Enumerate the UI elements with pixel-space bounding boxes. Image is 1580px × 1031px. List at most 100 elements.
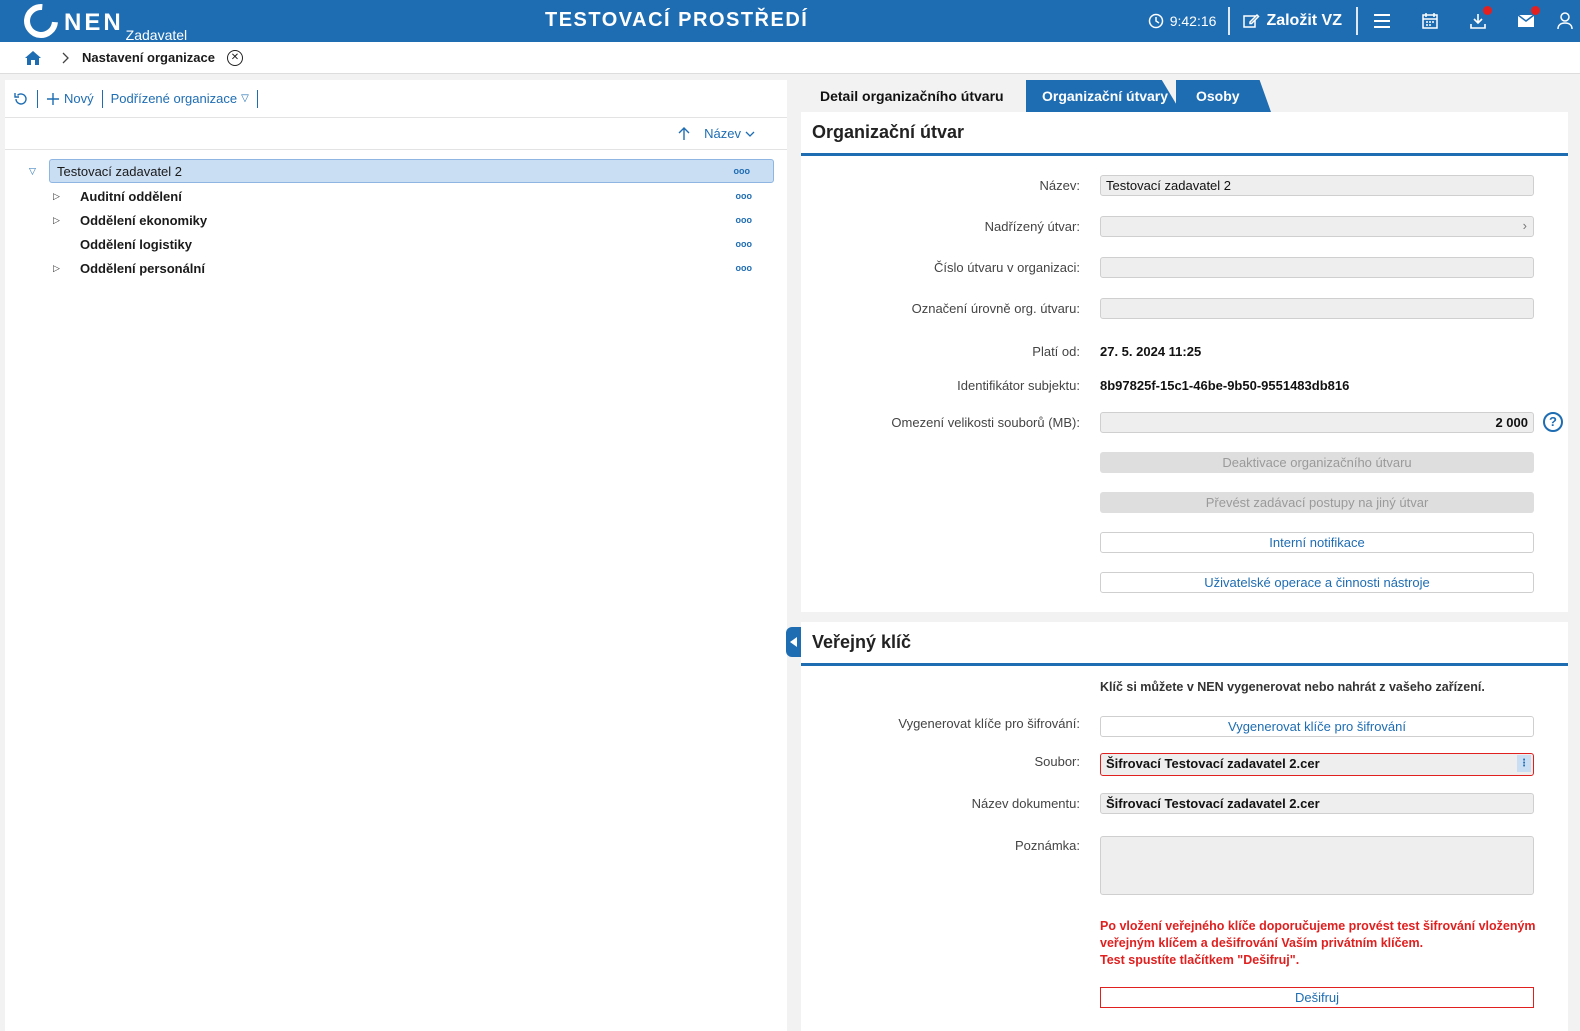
download-icon — [1470, 14, 1486, 29]
new-button[interactable]: Nový — [46, 91, 94, 106]
top-bar: NEN Zadavatel TESTOVACÍ PROSTŘEDÍ 9:42:1… — [0, 0, 1580, 45]
session-clock: 9:42:16 — [1148, 6, 1229, 36]
tree-row-root-wrap: ▽ Testovací zadavatel 2 ooo — [5, 158, 787, 184]
file-size-limit-input[interactable]: 2 000 — [1100, 411, 1534, 433]
notification-dot — [1483, 6, 1492, 15]
chevron-down-icon — [745, 131, 755, 137]
tab-label: Organizační útvary — [1042, 88, 1169, 104]
logo-text: NEN — [64, 9, 124, 36]
refresh-button[interactable] — [13, 91, 29, 107]
sort-ascending-icon[interactable] — [678, 126, 690, 141]
warning-line: Po vložení veřejného klíče doporučujeme … — [1100, 919, 1536, 933]
parent-unit-select[interactable]: › — [1100, 216, 1534, 237]
divider — [37, 89, 38, 108]
home-icon — [25, 50, 41, 65]
decrypt-button[interactable]: Dešifruj — [1100, 987, 1534, 1008]
clock-time: 9:42:16 — [1169, 13, 1217, 29]
menu-button[interactable] — [1358, 0, 1406, 42]
tab-org-unit-detail[interactable]: Detail organizačního útvaru — [801, 80, 1026, 112]
triangle-left-icon — [789, 637, 797, 647]
more-options-icon[interactable]: ooo — [736, 191, 753, 201]
level-input[interactable] — [1100, 298, 1534, 319]
more-options-icon[interactable]: ooo — [736, 263, 753, 273]
internal-notifications-button[interactable]: Interní notifikace — [1100, 532, 1534, 553]
field-file-size-limit: Omezení velikosti souborů (MB): 2 000 ? — [801, 411, 1568, 433]
field-label: Platí od: — [1032, 343, 1080, 359]
expanded-triangle-icon[interactable]: ▽ — [29, 166, 36, 177]
warning-line: veřejným klíčem a dešifrování Vaším priv… — [1100, 936, 1424, 950]
unit-number-input[interactable] — [1100, 257, 1534, 278]
generate-keys-button[interactable]: Vygenerovat klíče pro šifrování — [1100, 716, 1534, 737]
breadcrumb: Nastavení organizace ✕ — [0, 42, 1580, 74]
collapsed-triangle-icon[interactable]: ▷ — [53, 215, 60, 226]
user-operations-button[interactable]: Uživatelské operace a činnosti nástroje — [1100, 572, 1534, 593]
download-button[interactable] — [1454, 0, 1502, 42]
detail-panel: Organizační útvary Osoby Detail organiza… — [801, 80, 1568, 1031]
tree-row[interactable]: ▷ Oddělení personální ooo — [5, 256, 787, 280]
field-label: Číslo útvaru v organizaci: — [934, 260, 1080, 275]
new-label: Nový — [64, 91, 94, 106]
tab-label: Osoby — [1196, 88, 1240, 104]
divider — [1228, 7, 1231, 35]
tree-row[interactable]: ▷ Oddělení ekonomiky ooo — [5, 208, 787, 232]
name-input[interactable]: Testovací zadavatel 2 — [1100, 175, 1534, 196]
more-options-icon[interactable]: ooo — [736, 215, 753, 225]
tree-row[interactable]: ▷ Auditní oddělení ooo — [5, 184, 787, 208]
home-button[interactable] — [20, 47, 46, 69]
tree-row[interactable]: Oddělení logistiky ooo — [5, 232, 787, 256]
more-options-icon[interactable]: ooo — [734, 166, 751, 176]
subject-id-value: 8b97825f-15c1-46be-9b50-9551483db816 — [1100, 377, 1350, 393]
warning-line: Test spustíte tlačítkem "Dešifruj". — [1100, 953, 1300, 967]
field-label: Označení úrovně org. útvaru: — [911, 301, 1080, 316]
file-input[interactable]: Šifrovací Testovací zadavatel 2.cer ⋮ — [1100, 753, 1534, 776]
collapsed-triangle-icon[interactable]: ▷ — [53, 263, 60, 274]
tree-row-root[interactable]: Testovací zadavatel 2 ooo — [49, 159, 774, 183]
messages-button[interactable] — [1502, 0, 1550, 42]
sub-organizations-dropdown[interactable]: Podřízené organizace ▽ — [111, 91, 249, 106]
encryption-warning: Po vložení veřejného klíče doporučujeme … — [1100, 918, 1540, 969]
plus-icon — [47, 92, 59, 105]
tree-item-label: Auditní oddělení — [80, 188, 182, 204]
sort-field-dropdown[interactable]: Název — [704, 126, 755, 141]
triangle-down-icon: ▽ — [241, 93, 249, 104]
user-button[interactable] — [1550, 0, 1580, 42]
field-name: Název: Testovací zadavatel 2 — [801, 175, 1568, 196]
public-key-section: Veřejný klíč Klíč si můžete v NEN vygene… — [801, 622, 1568, 1031]
calendar-button[interactable] — [1406, 0, 1454, 42]
more-options-icon[interactable]: ooo — [736, 239, 753, 249]
chevron-right-icon — [62, 52, 70, 64]
clock-icon — [1148, 13, 1163, 29]
create-procurement-label: Založit VZ — [1266, 12, 1342, 29]
note-textarea[interactable] — [1100, 836, 1534, 895]
close-icon[interactable]: ✕ — [226, 49, 243, 66]
help-icon[interactable]: ? — [1543, 412, 1563, 432]
section-title: Organizační útvar — [801, 112, 1568, 156]
create-procurement-button[interactable]: Založit VZ — [1230, 6, 1356, 36]
public-key-info: Klíč si můžete v NEN vygenerovat nebo na… — [1100, 680, 1485, 694]
breadcrumb-current: Nastavení organizace — [82, 50, 215, 65]
calendar-icon — [1422, 13, 1438, 29]
field-label: Soubor: — [1034, 754, 1080, 769]
tree-item-label: Oddělení ekonomiky — [80, 212, 208, 228]
logo-ring-icon — [17, 0, 65, 45]
hamburger-icon — [1374, 14, 1390, 28]
user-icon — [1557, 12, 1573, 30]
field-label: Název dokumentu: — [971, 796, 1080, 811]
panel-collapse-handle[interactable] — [786, 627, 801, 657]
nen-logo[interactable]: NEN Zadavatel — [17, 0, 187, 45]
sort-bar: Název — [5, 118, 787, 150]
more-vertical-icon[interactable]: ⋮ — [1517, 755, 1531, 772]
collapsed-triangle-icon[interactable]: ▷ — [53, 191, 60, 202]
field-unit-number: Číslo útvaru v organizaci: — [801, 257, 1568, 278]
field-generate-keys: Vygenerovat klíče pro šifrování: Vygener… — [801, 716, 1568, 737]
tree-item-label: Oddělení logistiky — [80, 236, 192, 252]
environment-title: TESTOVACÍ PROSTŘEDÍ — [545, 9, 809, 31]
tab-org-units[interactable]: Organizační útvary — [1021, 80, 1181, 112]
deactivate-unit-button[interactable]: Deaktivace organizačního útvaru — [1100, 452, 1534, 473]
section-title: Veřejný klíč — [801, 622, 1568, 666]
transfer-procedures-button[interactable]: Převést zadávací postupy na jiný útvar — [1100, 492, 1534, 513]
tab-persons[interactable]: Osoby — [1176, 80, 1271, 112]
field-valid-from: Platí od: 27. 5. 2024 11:25 — [801, 340, 1568, 362]
document-name-input[interactable]: Šifrovací Testovací zadavatel 2.cer — [1100, 793, 1534, 814]
